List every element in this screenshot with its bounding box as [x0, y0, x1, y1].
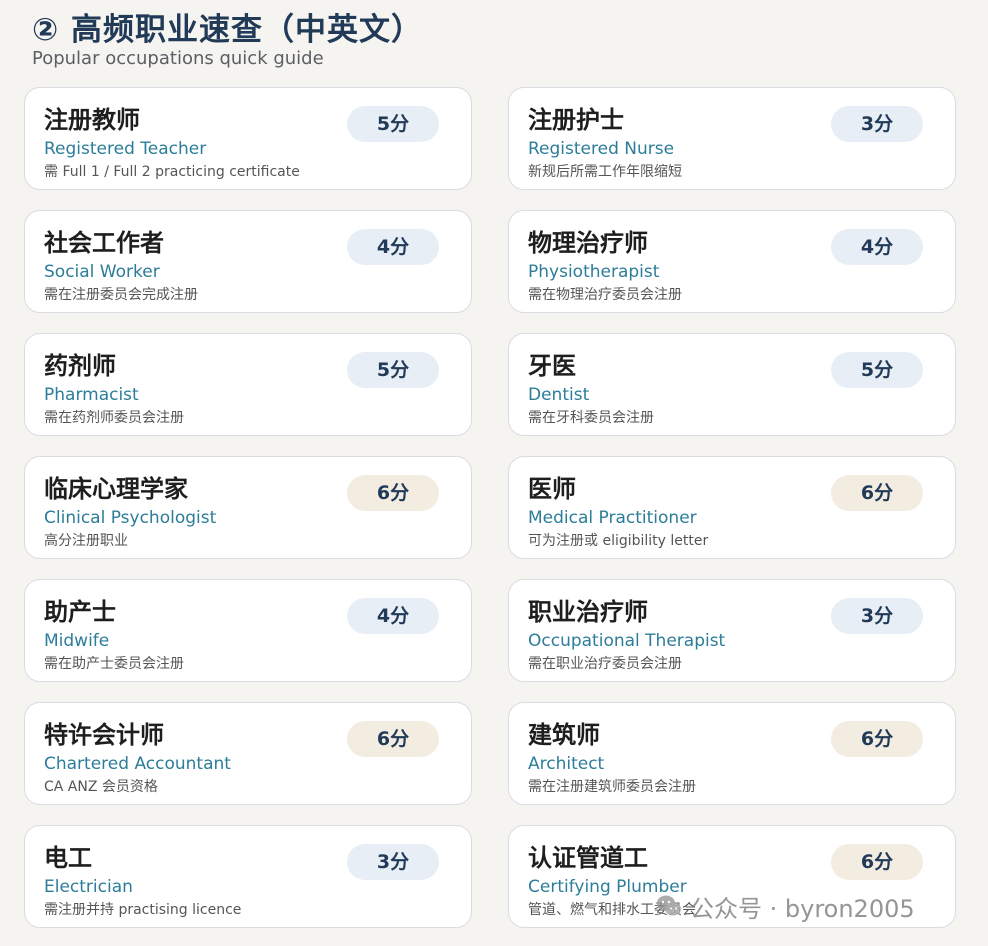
occupation-card[interactable]: 特许会计师 Chartered Accountant CA ANZ 会员资格 6…: [24, 702, 472, 805]
occupation-name-zh: 特许会计师: [44, 721, 164, 749]
occupation-card[interactable]: 药剂师 Pharmacist 需在药剂师委员会注册 5分: [24, 333, 472, 436]
occupation-card[interactable]: 建筑师 Architect 需在注册建筑师委员会注册 6分: [508, 702, 956, 805]
occupation-name-en: Midwife: [44, 631, 110, 651]
occupation-note: 高分注册职业: [44, 533, 128, 549]
page: ② 高频职业速查（中英文） Popular occupations quick …: [0, 0, 988, 946]
points-badge: 6分: [347, 721, 439, 757]
occupation-name-en: Pharmacist: [44, 385, 139, 405]
occupation-card[interactable]: 物理治疗师 Physiotherapist 需在物理治疗委员会注册 4分: [508, 210, 956, 313]
occupation-note: 可为注册或 eligibility letter: [528, 533, 709, 549]
occupation-name-en: Clinical Psychologist: [44, 508, 217, 528]
occupation-name-en: Registered Teacher: [44, 139, 207, 159]
occupation-card[interactable]: 医师 Medical Practitioner 可为注册或 eligibilit…: [508, 456, 956, 559]
points-badge: 6分: [831, 844, 923, 880]
occupation-card[interactable]: 牙医 Dentist 需在牙科委员会注册 5分: [508, 333, 956, 436]
occupation-name-zh: 临床心理学家: [44, 475, 188, 503]
points-badge: 6分: [347, 475, 439, 511]
occupation-name-en: Chartered Accountant: [44, 754, 231, 774]
points-badge: 5分: [347, 352, 439, 388]
occupation-note: 需在药剂师委员会注册: [44, 410, 184, 426]
occupation-name-en: Architect: [528, 754, 605, 774]
occupation-card[interactable]: 助产士 Midwife 需在助产士委员会注册 4分: [24, 579, 472, 682]
occupation-note: 需在物理治疗委员会注册: [528, 287, 682, 303]
wechat-icon: [657, 895, 681, 916]
occupation-name-zh: 注册护士: [528, 106, 624, 134]
occupation-name-en: Social Worker: [44, 262, 160, 282]
occupation-name-zh: 助产士: [44, 598, 116, 626]
points-badge: 6分: [831, 721, 923, 757]
occupation-note: 需注册并持 practising licence: [44, 902, 242, 918]
occupation-name-zh: 建筑师: [528, 721, 600, 749]
occupation-card[interactable]: 职业治疗师 Occupational Therapist 需在职业治疗委员会注册…: [508, 579, 956, 682]
points-badge: 5分: [831, 352, 923, 388]
occupation-grid: 注册教师 Registered Teacher 需 Full 1 / Full …: [24, 87, 956, 928]
points-badge: 3分: [831, 598, 923, 634]
occupation-name-en: Medical Practitioner: [528, 508, 697, 528]
occupation-note: 需在助产士委员会注册: [44, 656, 184, 672]
occupation-name-zh: 电工: [44, 844, 92, 872]
occupation-note: 需在牙科委员会注册: [528, 410, 654, 426]
points-badge: 4分: [347, 598, 439, 634]
occupation-note: 需在注册委员会完成注册: [44, 287, 198, 303]
occupation-name-en: Dentist: [528, 385, 590, 405]
occupation-note: 需在职业治疗委员会注册: [528, 656, 682, 672]
occupation-card[interactable]: 注册教师 Registered Teacher 需 Full 1 / Full …: [24, 87, 472, 190]
occupation-name-zh: 医师: [528, 475, 576, 503]
watermark-text: 公众号 · byron2005: [690, 894, 915, 923]
points-badge: 3分: [347, 844, 439, 880]
points-badge: 3分: [831, 106, 923, 142]
occupation-name-zh: 认证管道工: [528, 844, 648, 872]
occupation-note: 需在注册建筑师委员会注册: [528, 779, 696, 795]
occupation-name-zh: 牙医: [528, 352, 576, 380]
occupation-name-en: Registered Nurse: [528, 139, 675, 159]
points-badge: 4分: [347, 229, 439, 265]
watermark: 公众号 · byron2005: [656, 888, 915, 924]
occupation-card[interactable]: 临床心理学家 Clinical Psychologist 高分注册职业 6分: [24, 456, 472, 559]
points-badge: 5分: [347, 106, 439, 142]
occupation-name-zh: 物理治疗师: [528, 229, 648, 257]
occupation-name-en: Occupational Therapist: [528, 631, 726, 651]
header: ② 高频职业速查（中英文） Popular occupations quick …: [32, 8, 952, 70]
points-badge: 6分: [831, 475, 923, 511]
points-badge: 4分: [831, 229, 923, 265]
occupation-name-zh: 社会工作者: [44, 229, 164, 257]
occupation-name-en: Physiotherapist: [528, 262, 660, 282]
occupation-name-zh: 注册教师: [44, 106, 140, 134]
page-subtitle: Popular occupations quick guide: [32, 48, 324, 69]
occupation-note: CA ANZ 会员资格: [44, 779, 158, 795]
page-title: ② 高频职业速查（中英文）: [32, 12, 424, 48]
occupation-name-zh: 职业治疗师: [528, 598, 648, 626]
occupation-name-en: Electrician: [44, 877, 133, 897]
occupation-card[interactable]: 注册护士 Registered Nurse 新规后所需工作年限缩短 3分: [508, 87, 956, 190]
occupation-card[interactable]: 社会工作者 Social Worker 需在注册委员会完成注册 4分: [24, 210, 472, 313]
occupation-note: 需 Full 1 / Full 2 practicing certificate: [44, 164, 300, 180]
occupation-card[interactable]: 电工 Electrician 需注册并持 practising licence …: [24, 825, 472, 928]
occupation-name-zh: 药剂师: [44, 352, 116, 380]
occupation-note: 新规后所需工作年限缩短: [528, 164, 682, 180]
